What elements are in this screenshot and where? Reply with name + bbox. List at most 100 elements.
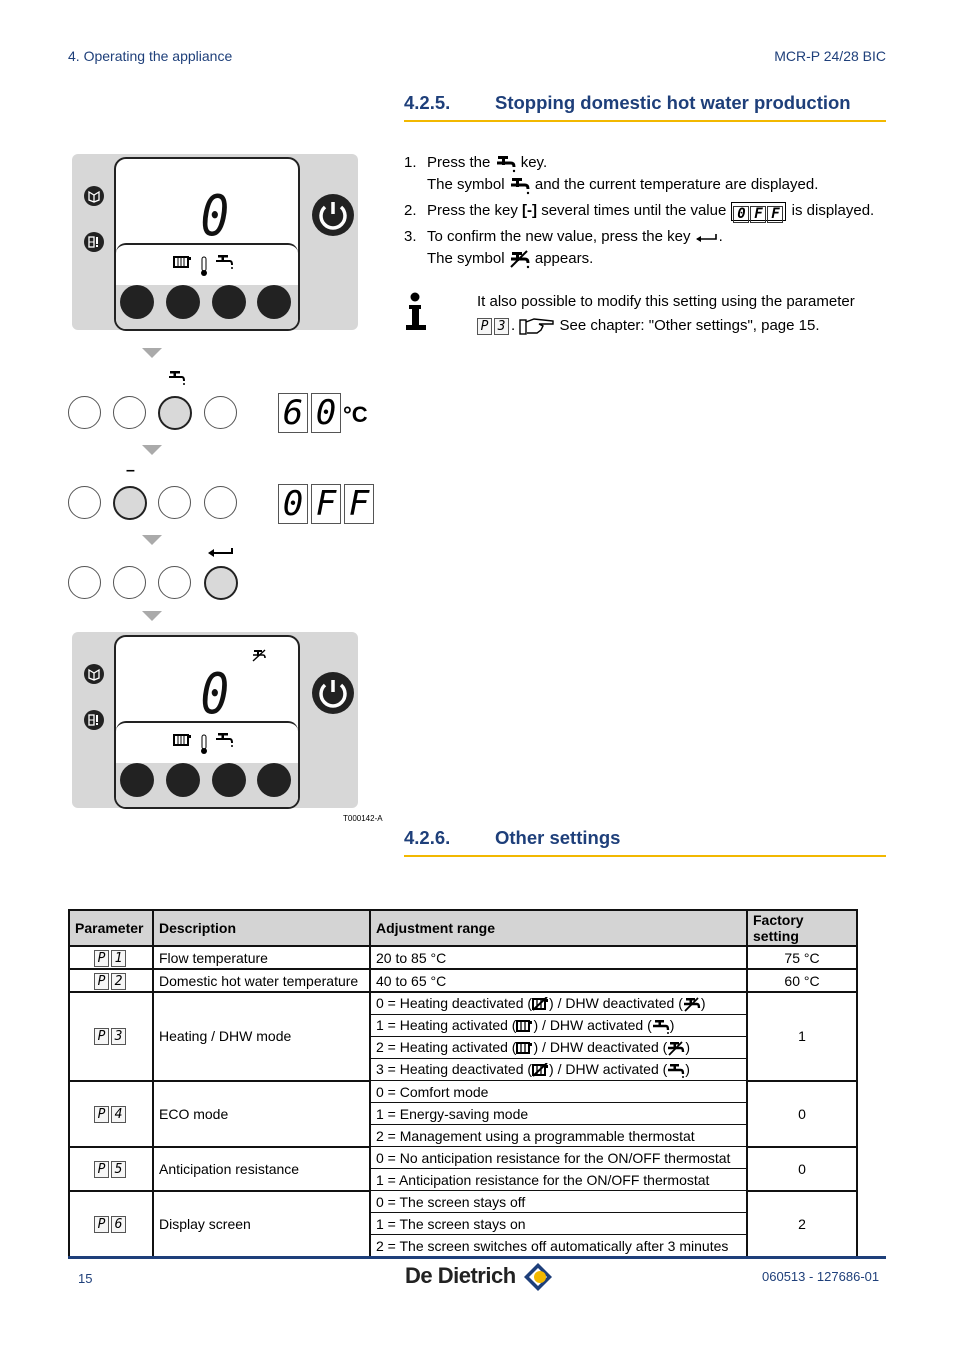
key-2[interactable] bbox=[166, 285, 200, 319]
step-text: Press the key bbox=[427, 202, 518, 219]
dhw-tap-icon bbox=[169, 371, 185, 385]
adjustment-range: 3 = Heating deactivated () / DHW activat… bbox=[369, 1058, 748, 1081]
step-2: 2. Press the key [-] several times until… bbox=[404, 200, 894, 223]
factory-setting: 75 °C bbox=[746, 945, 858, 970]
minus-key-pressed[interactable] bbox=[113, 486, 147, 520]
key-1[interactable] bbox=[68, 566, 101, 599]
enter-arrow-icon bbox=[695, 234, 717, 243]
key-3[interactable] bbox=[158, 486, 191, 519]
adjustment-range: 0 = Heating deactivated () / DHW deactiv… bbox=[369, 991, 748, 1015]
key-4[interactable] bbox=[257, 285, 291, 319]
temp-display-blinking: 60 bbox=[278, 393, 344, 433]
param-p3-display: P3 bbox=[477, 317, 511, 335]
dhw-off-icon bbox=[252, 649, 266, 662]
dhw-off-icon bbox=[509, 250, 530, 269]
param-code: P2 bbox=[68, 968, 154, 993]
heating-off-icon bbox=[532, 1063, 549, 1078]
section-heading-4-2-5: 4.2.5. Stopping domestic hot water produc… bbox=[404, 92, 886, 122]
key-1[interactable] bbox=[68, 486, 101, 519]
key-4[interactable] bbox=[257, 763, 291, 797]
table-row: P 1 Flow temperature 20 to 85 °C 75 °C bbox=[68, 945, 858, 970]
key-4[interactable] bbox=[204, 486, 237, 519]
step-text: several times until the value bbox=[541, 202, 727, 219]
lcd-digit: P bbox=[94, 1215, 109, 1233]
power-button[interactable] bbox=[312, 194, 354, 236]
manual-icon bbox=[84, 664, 104, 684]
lcd-digit: P bbox=[94, 949, 109, 967]
brand-diamond-icon bbox=[524, 1263, 553, 1291]
lcd-digit: F bbox=[311, 484, 341, 524]
col-adjustment-range: Adjustment range bbox=[369, 909, 748, 947]
off-display-blinking: 0FF bbox=[278, 484, 377, 524]
param-description: Flow temperature bbox=[152, 945, 371, 970]
lcd-digit: 0 bbox=[311, 393, 341, 433]
lcd-digit: 0 bbox=[733, 205, 750, 223]
key-3[interactable] bbox=[212, 763, 246, 797]
param-description: Display screen bbox=[152, 1189, 371, 1258]
lcd-digit: 6 bbox=[278, 393, 308, 433]
control-panel-initial: 0 bbox=[72, 154, 358, 331]
adjustment-range: 20 to 85 °C bbox=[369, 945, 748, 970]
dhw-off-icon bbox=[668, 1041, 685, 1056]
lcd-digit: 2 bbox=[111, 972, 126, 990]
key-1[interactable] bbox=[68, 396, 101, 429]
brand-name: De Dietrich bbox=[405, 1262, 516, 1288]
table-row: P 5 Anticipation resistance 0 = No anticipa… bbox=[68, 1145, 858, 1192]
heating-off-icon bbox=[532, 997, 549, 1012]
section-title: Other settings bbox=[495, 827, 621, 848]
key-1[interactable] bbox=[120, 285, 154, 319]
info-icon bbox=[406, 292, 426, 330]
key-1[interactable] bbox=[120, 763, 154, 797]
table-body: P 1 Flow temperature 20 to 85 °C 75 °C P 2 Dome… bbox=[68, 945, 858, 1258]
table-row: P 3 Heating / DHW mode 0 = Heating deactiva… bbox=[68, 991, 858, 1082]
step-text: is displayed. bbox=[791, 202, 875, 219]
adjustment-range: 0 = Comfort mode bbox=[369, 1080, 748, 1103]
factory-setting: 0 bbox=[746, 1145, 858, 1192]
key-row bbox=[116, 763, 298, 807]
step-text: To confirm the new value, press the key bbox=[427, 228, 691, 245]
dhw-on-icon bbox=[652, 1019, 669, 1034]
step-1: 1. Press the key. The symbol and the cur… bbox=[404, 152, 894, 196]
adjustment-range: 1 = Anticipation resistance for the ON/O… bbox=[369, 1168, 748, 1191]
lcd-digit: F bbox=[344, 484, 374, 524]
power-button[interactable] bbox=[312, 672, 354, 714]
brand-logo: De Dietrich bbox=[405, 1262, 553, 1292]
step-number: 3. bbox=[404, 228, 417, 245]
step-arrow bbox=[142, 445, 162, 455]
manual-icon bbox=[84, 186, 104, 206]
info-note: It also possible to modify this setting … bbox=[477, 290, 887, 338]
adjustment-range: 2 = Management using a programmable ther… bbox=[369, 1124, 748, 1147]
minus-key-label: [-] bbox=[522, 202, 538, 219]
key-3[interactable] bbox=[212, 285, 246, 319]
step-text: The symbol bbox=[427, 250, 505, 267]
adjustment-range: 2 = Heating activated () / DHW deactivat… bbox=[369, 1036, 748, 1059]
cross-reference-link[interactable]: See chapter: "Other settings", page 15. bbox=[560, 317, 820, 334]
param-description: Domestic hot water temperature bbox=[152, 968, 371, 993]
lcd-digit: 6 bbox=[111, 1215, 126, 1233]
lcd-digit: 3 bbox=[494, 318, 509, 335]
section-title: Stopping domestic hot water production bbox=[495, 92, 851, 113]
section-number: 4.2.5. bbox=[404, 92, 451, 113]
key-3[interactable] bbox=[158, 566, 191, 599]
key-2[interactable] bbox=[113, 566, 146, 599]
step-text: The symbol bbox=[427, 176, 505, 193]
chapter-header: 4. Operating the appliance bbox=[68, 48, 233, 64]
key-2[interactable] bbox=[166, 763, 200, 797]
param-code: P6 bbox=[68, 1189, 154, 1258]
step-3: 3. To confirm the new value, press the k… bbox=[404, 226, 894, 270]
dhw-on-icon bbox=[668, 1063, 685, 1078]
table-row: P 2 Domestic hot water temperature 40 to 65… bbox=[68, 968, 858, 993]
key-2[interactable] bbox=[113, 396, 146, 429]
document-reference: 060513 - 127686-01 bbox=[762, 1269, 880, 1284]
step-text: . bbox=[718, 228, 723, 245]
col-parameter: Parameter bbox=[68, 909, 154, 947]
adjustment-range: 2 = The screen switches off automaticall… bbox=[369, 1234, 748, 1257]
status-icons bbox=[173, 733, 233, 754]
key-row bbox=[116, 285, 298, 329]
dhw-key-pressed[interactable] bbox=[158, 396, 192, 430]
lcd-main-digit: 0 bbox=[200, 184, 230, 249]
enter-key-pressed[interactable] bbox=[204, 566, 238, 600]
key-4[interactable] bbox=[204, 396, 237, 429]
enter-arrow-icon bbox=[208, 548, 233, 557]
adjustment-range: 0 = The screen stays off bbox=[369, 1190, 748, 1213]
